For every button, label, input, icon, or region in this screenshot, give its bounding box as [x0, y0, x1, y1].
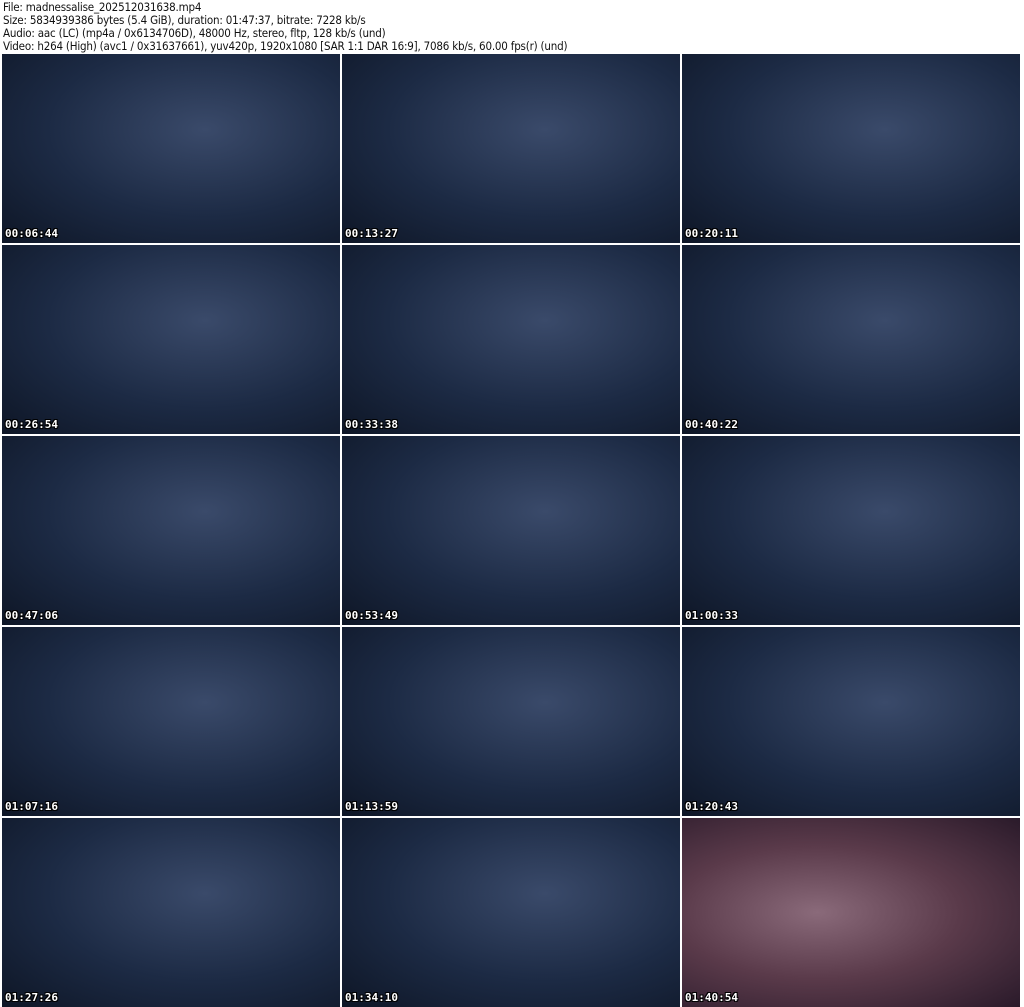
- video-thumbnail: 00:53:49: [342, 436, 680, 625]
- video-thumbnail: 00:47:06: [2, 436, 340, 625]
- thumbnail-timestamp: 00:53:49: [345, 609, 398, 622]
- thumbnail-timestamp: 01:27:26: [5, 991, 58, 1004]
- video-thumbnail: 01:00:33: [682, 436, 1020, 625]
- video-thumbnail: 00:20:11: [682, 54, 1020, 243]
- video-thumbnail: 01:34:10: [342, 818, 680, 1007]
- thumbnail-timestamp: 01:13:59: [345, 800, 398, 813]
- video-thumbnail: 00:40:22: [682, 245, 1020, 434]
- video-thumbnail: 01:20:43: [682, 627, 1020, 816]
- thumbnail-timestamp: 00:47:06: [5, 609, 58, 622]
- thumbnail-timestamp: 00:26:54: [5, 418, 58, 431]
- video-thumbnail: 00:33:38: [342, 245, 680, 434]
- thumbnail-timestamp: 01:34:10: [345, 991, 398, 1004]
- video-thumbnail: 01:13:59: [342, 627, 680, 816]
- video-info: Video: h264 (High) (avc1 / 0x31637661), …: [3, 39, 568, 53]
- thumbnail-timestamp: 01:00:33: [685, 609, 738, 622]
- thumbnail-timestamp: 00:40:22: [685, 418, 738, 431]
- thumbnail-timestamp: 01:07:16: [5, 800, 58, 813]
- thumbnail-timestamp: 00:06:44: [5, 227, 58, 240]
- video-thumbnail: 01:27:26: [2, 818, 340, 1007]
- file-info-header: File: madnessalise_202512031638.mp4 Size…: [3, 1, 568, 53]
- thumbnail-timestamp: 01:20:43: [685, 800, 738, 813]
- thumbnail-grid: 00:06:44 00:13:27 00:20:11 00:26:54 00:33:38…: [2, 54, 1020, 1007]
- thumbnail-timestamp: 00:33:38: [345, 418, 398, 431]
- video-thumbnail: 01:07:16: [2, 627, 340, 816]
- thumbnail-timestamp: 01:40:54: [685, 991, 738, 1004]
- video-thumbnail: 00:26:54: [2, 245, 340, 434]
- thumbnail-timestamp: 00:13:27: [345, 227, 398, 240]
- video-thumbnail: 00:06:44: [2, 54, 340, 243]
- video-thumbnail: 01:40:54: [682, 818, 1020, 1007]
- video-thumbnail: 00:13:27: [342, 54, 680, 243]
- thumbnail-timestamp: 00:20:11: [685, 227, 738, 240]
